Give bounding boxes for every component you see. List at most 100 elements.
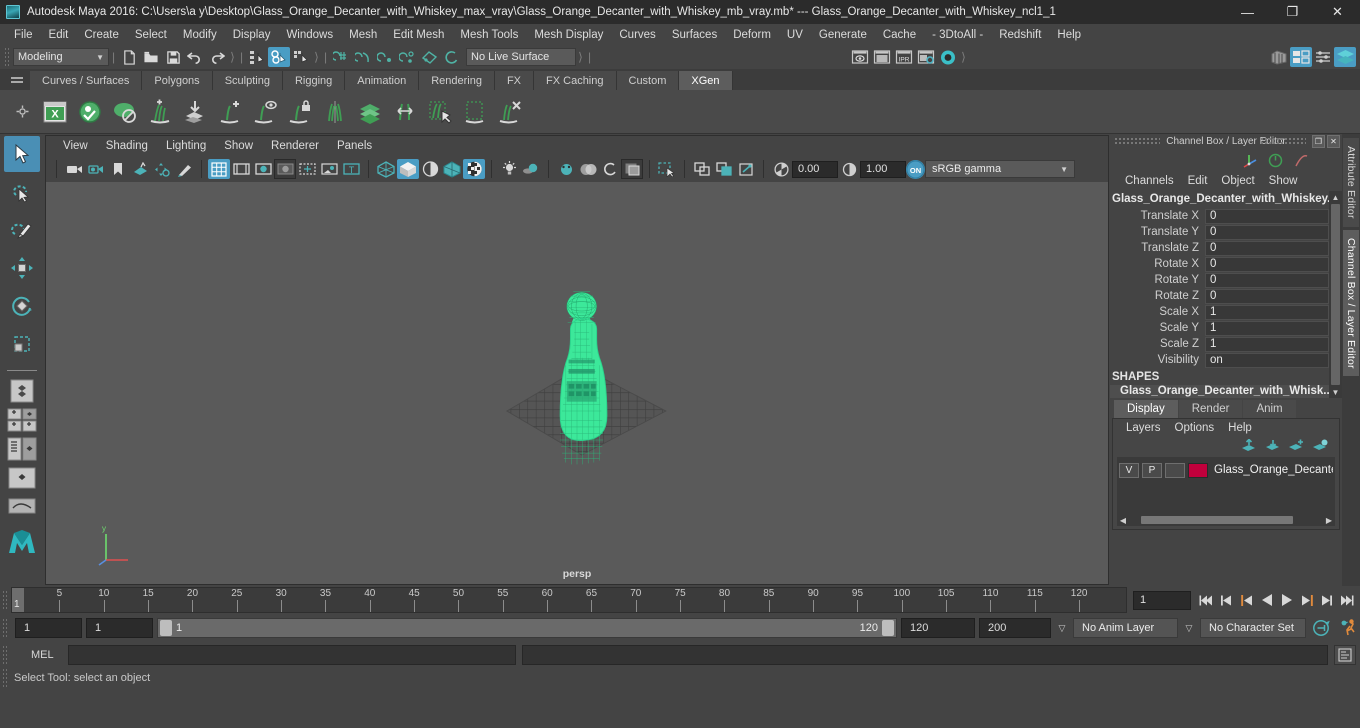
scroll-right-arrow-icon[interactable]: ▶ [1323, 516, 1335, 525]
scale-tool-button[interactable] [4, 326, 40, 362]
channel-row-rotate-z[interactable]: Rotate Z 0 [1110, 288, 1329, 304]
anim-start-time-field[interactable]: 1 [15, 618, 82, 638]
new-layer-icon[interactable] [1287, 438, 1305, 454]
menu-edit[interactable]: Edit [41, 27, 77, 43]
panel-menu-renderer[interactable]: Renderer [262, 139, 328, 153]
hscrollbar-thumb[interactable] [1141, 516, 1293, 524]
paint-select-tool-button[interactable] [4, 212, 40, 248]
shelf-tab-curves-surfaces[interactable]: Curves / Surfaces [30, 71, 143, 90]
channel-value[interactable]: on [1205, 352, 1329, 368]
shade-selected-icon[interactable] [419, 159, 441, 179]
use-all-lights-icon[interactable] [498, 159, 520, 179]
channel-row-translate-x[interactable]: Translate X 0 [1110, 208, 1329, 224]
scrollbar-thumb[interactable] [1331, 204, 1340, 385]
menu-create[interactable]: Create [76, 27, 127, 43]
tab-anim-layers[interactable]: Anim [1243, 400, 1296, 418]
channel-value[interactable]: 0 [1205, 224, 1329, 240]
shelf-tab-sculpting[interactable]: Sculpting [212, 71, 283, 90]
image-plane-icon[interactable] [129, 159, 151, 179]
channel-speed-icon[interactable] [1264, 150, 1286, 170]
anim-layer-selector[interactable]: No Anim Layer [1073, 618, 1178, 638]
current-frame-field[interactable]: 1 [1133, 590, 1191, 610]
xgen-length-icon[interactable] [389, 94, 421, 130]
channel-row-rotate-x[interactable]: Rotate X 0 [1110, 256, 1329, 272]
select-by-hierarchy-icon[interactable] [246, 47, 268, 67]
character-set-selector[interactable]: No Character Set [1200, 618, 1306, 638]
channel-value[interactable]: 1 [1205, 336, 1329, 352]
new-scene-icon[interactable] [118, 47, 140, 67]
shelf-tab-rigging[interactable]: Rigging [282, 71, 346, 90]
menu-surfaces[interactable]: Surfaces [664, 27, 725, 43]
shelf-tab-fx-caching[interactable]: FX Caching [534, 71, 617, 90]
channel-value[interactable]: 1 [1205, 304, 1329, 320]
scroll-down-arrow-icon[interactable]: ▼ [1332, 386, 1340, 398]
layer-list[interactable]: V P Glass_Orange_Decanter_ [1117, 457, 1335, 514]
xray-icon[interactable] [656, 159, 678, 179]
go-to-end-icon[interactable] [1337, 589, 1356, 611]
panel-menu-show[interactable]: Show [215, 139, 262, 153]
channel-box-icon[interactable] [1334, 47, 1356, 67]
view-transform-toggle-icon[interactable]: ON [906, 159, 925, 179]
tab-render-layers[interactable]: Render [1178, 400, 1243, 418]
channel-box-scrollbar[interactable]: ▲ ▼ [1329, 191, 1342, 398]
shelf-options-icon[interactable] [4, 69, 30, 90]
xgen-select-guides-icon[interactable] [424, 94, 456, 130]
lasso-select-tool-button[interactable] [4, 174, 40, 210]
texture-toggle-icon[interactable] [463, 159, 485, 179]
attribute-editor-icon[interactable] [1290, 47, 1312, 67]
move-layer-up-icon[interactable] [1239, 438, 1257, 454]
viewport-3d-canvas[interactable]: y persp [46, 182, 1108, 584]
timeslider-grip[interactable] [2, 590, 7, 610]
xgen-guide-visibility-icon[interactable] [249, 94, 281, 130]
menu-redshift[interactable]: Redshift [991, 27, 1049, 43]
menu-display[interactable]: Display [225, 27, 279, 43]
time-slider-track[interactable]: 1 5 10 15 20 25 30 35 40 45 50 55 60 65 70 75 80 85 90 95 1… [11, 587, 1127, 613]
menu-mesh-tools[interactable]: Mesh Tools [452, 27, 526, 43]
select-by-component-icon[interactable] [290, 47, 312, 67]
statusline-grip[interactable] [4, 47, 9, 67]
undo-icon[interactable] [184, 47, 206, 67]
rangerow-grip[interactable] [2, 618, 7, 638]
ipr-render-icon[interactable]: IPR [893, 47, 915, 67]
isolate-select-icon[interactable] [621, 159, 643, 179]
menu-help[interactable]: Help [1049, 27, 1089, 43]
minimize-button[interactable]: — [1225, 0, 1270, 24]
layer-visibility-toggle[interactable]: V [1119, 462, 1139, 478]
channel-value[interactable]: 0 [1205, 240, 1329, 256]
exposure-field[interactable]: 0.00 [792, 160, 838, 178]
screen-space-ao-icon[interactable] [555, 159, 577, 179]
layer-color-swatch[interactable] [1188, 462, 1208, 478]
wireframe-shading-icon[interactable] [375, 159, 397, 179]
anim-layer-dropdown-icon[interactable]: ▽ [1055, 623, 1069, 634]
move-layer-down-icon[interactable] [1263, 438, 1281, 454]
xray-active-components-icon[interactable] [713, 159, 735, 179]
playback-end-time-field[interactable]: 120 [901, 618, 975, 638]
select-camera-icon[interactable] [63, 159, 85, 179]
menu-file[interactable]: File [6, 27, 41, 43]
move-tool-button[interactable] [4, 250, 40, 286]
tab-display-layers[interactable]: Display [1114, 400, 1178, 418]
shelf-tab-fx[interactable]: FX [494, 71, 535, 90]
channel-row-scale-x[interactable]: Scale X 1 [1110, 304, 1329, 320]
anim-end-time-field[interactable]: 200 [979, 618, 1051, 638]
vertical-tab-attribute-editor[interactable]: Attribute Editor [1343, 138, 1359, 227]
layer-name-label[interactable]: Glass_Orange_Decanter_ [1214, 464, 1333, 476]
play-backwards-icon[interactable] [1257, 589, 1276, 611]
channel-box-menu-show[interactable]: Show [1262, 174, 1305, 188]
channel-row-visibility[interactable]: Visibility on [1110, 352, 1329, 368]
step-back-frame-icon[interactable] [1217, 589, 1236, 611]
fields-icon[interactable] [318, 159, 340, 179]
2d-pan-zoom-icon[interactable] [151, 159, 173, 179]
transform-axes-icon[interactable] [1238, 150, 1260, 170]
playback-start-time-field[interactable]: 1 [86, 618, 153, 638]
xgen-add-description-icon[interactable] [144, 94, 176, 130]
channel-row-translate-y[interactable]: Translate Y 0 [1110, 224, 1329, 240]
helpline-grip[interactable] [2, 668, 7, 688]
film-origin-icon[interactable] [296, 159, 318, 179]
multisample-icon[interactable] [599, 159, 621, 179]
persp-graph-layout-button[interactable] [5, 494, 39, 520]
layer-list-horizontal-scrollbar[interactable]: ◀ ▶ [1117, 514, 1335, 526]
xgen-import-collection-icon[interactable] [179, 94, 211, 130]
live-surface-field[interactable]: No Live Surface [466, 48, 576, 66]
menu-cache[interactable]: Cache [875, 27, 924, 43]
